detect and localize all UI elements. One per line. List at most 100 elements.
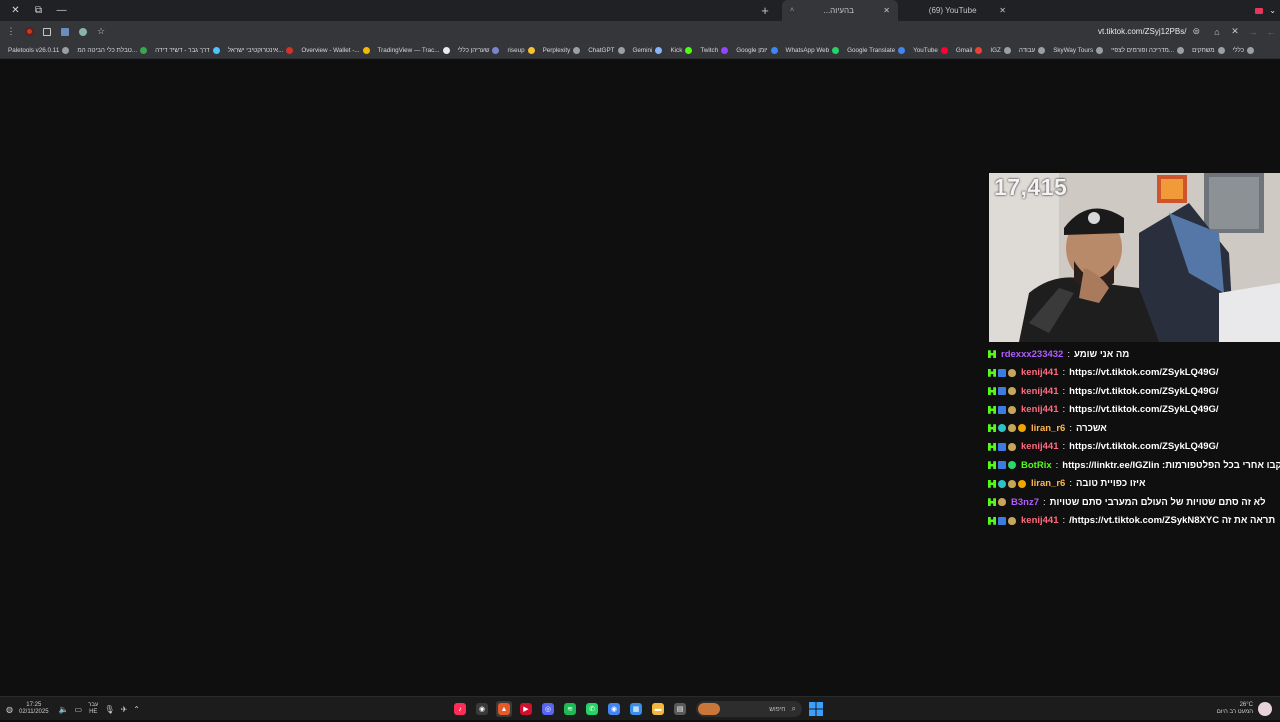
tiktok-icon[interactable]: ♪ (452, 701, 468, 717)
network-icon[interactable]: ▭ (75, 705, 83, 714)
chat-message: kenij441: תראה את זה https://vt.tiktok.co… (988, 512, 1280, 531)
sub-badge-icon (1008, 405, 1016, 414)
close-tab-icon[interactable]: ✕ (883, 6, 890, 15)
chat-text: מה אני שומע (1073, 348, 1130, 360)
kick-badge-icon (988, 387, 996, 396)
youtube-icon[interactable]: ▶ (518, 701, 534, 717)
site-info-icon[interactable]: ⊜ (1192, 26, 1200, 37)
volume-icon[interactable]: 🔈 (59, 705, 69, 714)
taskbar-search[interactable]: חיפוש ⌕ (696, 701, 802, 717)
chat-separator: : (1062, 404, 1066, 416)
chat-username[interactable]: B3nz7 (1011, 497, 1039, 508)
bookmark-item[interactable]: ChatGPT (584, 46, 628, 54)
url-text[interactable]: vt.tiktok.com/ZSyj12PBs/ (1098, 27, 1186, 36)
forward-icon[interactable]: → (1244, 23, 1262, 41)
extension-blue-icon[interactable] (56, 23, 74, 41)
spotify-icon[interactable]: ≋ (562, 701, 578, 717)
new-tab-button[interactable]: + (756, 0, 774, 21)
chat-text: אשכרה (1075, 422, 1107, 434)
bookmark-item[interactable]: TradingView — Trac... (374, 46, 454, 54)
bookmark-item[interactable]: Twitch (696, 46, 732, 54)
chat-username[interactable]: liran_r6 (1031, 423, 1065, 434)
start-button[interactable] (808, 701, 824, 722)
bookmark-favicon-icon (140, 46, 148, 54)
bookmark-item[interactable]: דרך גבר - דשיד דידה (151, 46, 224, 54)
bookmark-item[interactable]: Google יומן (732, 46, 781, 54)
bookmark-item[interactable]: riseup (503, 46, 538, 54)
chat-username[interactable]: kenij441 (1021, 367, 1059, 378)
chat-username[interactable]: rdexxx233432 (1001, 349, 1063, 360)
bookmark-item[interactable]: עבודה (1015, 46, 1049, 54)
chat-text: https://vt.tiktok.com/ZSykLQ49G/ (1069, 441, 1219, 453)
restore-window-icon[interactable]: ⧉ (27, 0, 50, 21)
bookmark-star-icon[interactable]: ☆ (92, 23, 110, 41)
stop-icon[interactable]: ✕ (1226, 23, 1244, 41)
microphone-icon[interactable]: 🎙 (104, 705, 114, 714)
close-tab-icon[interactable]: ✕ (999, 6, 1006, 15)
extension-green-icon[interactable] (74, 23, 92, 41)
chrome-icon-glyph: ◉ (608, 703, 620, 715)
chat-text: תראה את זה https://vt.tiktok.com/ZSykN8X… (1069, 515, 1276, 527)
bookmark-item[interactable]: Gemini (629, 46, 667, 54)
menu-dots-icon[interactable]: ⋮ (2, 23, 20, 41)
tab-search-menu[interactable]: ⌄ (1254, 0, 1280, 21)
language-indicator[interactable]: עבר HE (88, 702, 98, 716)
weather-widget[interactable]: 26°C המעט רב היום (1217, 697, 1272, 721)
bookmark-item[interactable]: SkyWay Tours (1049, 46, 1107, 54)
bookmark-item[interactable]: אינטרוקטיבי ישראל... (224, 46, 298, 54)
chat-username[interactable]: kenij441 (1021, 386, 1059, 397)
chat-username[interactable]: BotRix (1021, 460, 1052, 471)
whatsapp-icon[interactable]: ✆ (584, 701, 600, 717)
bookmark-favicon-icon (1217, 46, 1225, 54)
bookmark-item[interactable]: Perplexity (539, 46, 585, 54)
bookmark-item[interactable]: שעריהן כללי (454, 46, 504, 54)
back-icon[interactable]: ← (1262, 23, 1280, 41)
bookmark-item[interactable]: Overview - Wallet -... (297, 46, 373, 54)
language-name: עבר (88, 702, 99, 708)
address-bar[interactable]: vt.tiktok.com/ZSyj12PBs/ ⊜ (110, 23, 1208, 40)
clock[interactable]: 17:25 02/11/2025 (19, 702, 49, 716)
folder-icon[interactable]: ▬ (650, 701, 666, 717)
bookmark-favicon-icon (655, 46, 663, 54)
fire-icon[interactable]: ▲ (496, 701, 512, 717)
discord-icon[interactable]: ◎ (540, 701, 556, 717)
bookmark-favicon-icon (212, 46, 220, 54)
chevron-up-icon[interactable]: ⌃ (133, 705, 140, 714)
chat-message: B3nz7: לא זה סתם שטויות של העולם המערבי ס… (988, 493, 1280, 512)
bookmark-item[interactable]: YouTube (909, 46, 952, 54)
notifications-icon[interactable]: ◍ (6, 705, 13, 714)
chat-text: לא זה סתם שטויות של העולם המערבי סתם שטו… (1049, 496, 1266, 508)
bookmark-item[interactable]: Paletools v26.0.11 (4, 46, 73, 54)
bookmark-item[interactable]: WhatsApp Web (782, 46, 844, 54)
chat-username[interactable]: kenij441 (1021, 515, 1059, 526)
weather-temp: 26°C (1239, 702, 1253, 708)
chat-username[interactable]: kenij441 (1021, 404, 1059, 415)
bookmark-item[interactable]: Gmail (952, 46, 986, 54)
bookmark-item[interactable]: טבלת כלי הביטה המ... (73, 46, 151, 54)
bookmark-item[interactable]: מדריכה ופורמים לצפיי... (1107, 46, 1188, 54)
bookmark-label: riseup (507, 46, 525, 54)
profile-avatar-icon[interactable] (20, 23, 38, 41)
chat-separator: : (1062, 385, 1066, 397)
extensions-icon[interactable] (38, 23, 56, 41)
tab-active[interactable]: ✕ בהעיוה... ˄ (782, 0, 898, 21)
telegram-tray-icon[interactable]: ✈ (121, 705, 128, 714)
chevron-down-icon[interactable]: ⌄ (1269, 6, 1276, 15)
chrome-icon[interactable]: ◉ (606, 701, 622, 717)
chat-username[interactable]: liran_r6 (1031, 478, 1065, 489)
tab-youtube[interactable]: ✕ (69) YouTube (898, 0, 1014, 21)
bookmark-item[interactable]: Google Translate (843, 46, 909, 54)
bookmark-item[interactable]: IGZ (986, 46, 1015, 54)
home-icon[interactable]: ⌂ (1208, 23, 1226, 41)
steam-icon[interactable]: ◉ (474, 701, 490, 717)
minimize-window-icon[interactable]: — (50, 0, 73, 21)
blue-badge-icon (998, 368, 1006, 377)
bookmark-item[interactable]: כללי (1229, 46, 1258, 54)
bookmark-label: ChatGPT (588, 46, 615, 54)
photos-icon[interactable]: ▦ (628, 701, 644, 717)
close-window-icon[interactable]: ✕ (4, 0, 27, 21)
bookmark-item[interactable]: Kick (666, 46, 696, 54)
bookmark-item[interactable]: משחקים (1188, 46, 1229, 54)
chat-username[interactable]: kenij441 (1021, 441, 1059, 452)
notepad-icon[interactable]: ▤ (672, 701, 688, 717)
